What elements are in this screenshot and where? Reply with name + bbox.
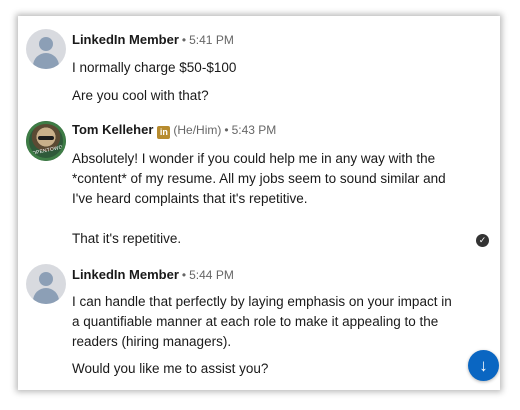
avatar[interactable] xyxy=(26,29,66,69)
sender-name[interactable]: LinkedIn Member xyxy=(72,32,179,47)
separator-dot: • xyxy=(181,268,187,282)
sender-name[interactable]: LinkedIn Member xyxy=(72,267,179,282)
open-to-work-ring xyxy=(26,121,66,161)
avatar-body xyxy=(33,288,59,304)
message-text: Are you cool with that? xyxy=(72,88,209,103)
avatar[interactable]: #OPENTOWORK xyxy=(26,121,66,161)
avatar-head xyxy=(39,37,53,51)
separator-dot: • xyxy=(181,33,187,47)
message-text: Absolutely! I wonder if you could help m… xyxy=(72,151,446,206)
avatar-body xyxy=(33,53,59,69)
linkedin-premium-icon: in xyxy=(157,126,171,139)
message-text: Would you like me to assist you? xyxy=(72,361,269,376)
message-text: I normally charge $50-$100 xyxy=(72,60,237,75)
timestamp: 5:44 PM xyxy=(189,268,234,282)
avatar-head xyxy=(39,272,53,286)
timestamp: 5:43 PM xyxy=(231,123,277,137)
message-text: That it's repetitive. xyxy=(72,231,182,246)
check-circle-icon: ✓ xyxy=(476,234,489,247)
message-header: LinkedIn Member • 5:41 PM xyxy=(72,32,234,48)
sender-name[interactable]: Tom Kelleher xyxy=(72,122,153,137)
timestamp: 5:41 PM xyxy=(189,33,234,47)
message-header: LinkedIn Member • 5:44 PM xyxy=(72,267,234,283)
avatar[interactable] xyxy=(26,264,66,304)
message-header: Tom Kelleher in (He/Him) • 5:43 PM xyxy=(72,122,276,139)
separator-dot: • xyxy=(224,123,229,137)
message-thread[interactable]: LinkedIn Member • 5:41 PM I normally charg… xyxy=(18,16,500,390)
arrow-down-icon[interactable]: ↓ xyxy=(468,350,499,381)
pronouns: (He/Him) xyxy=(173,123,222,137)
message-text: I can handle that perfectly by laying em… xyxy=(72,294,452,349)
